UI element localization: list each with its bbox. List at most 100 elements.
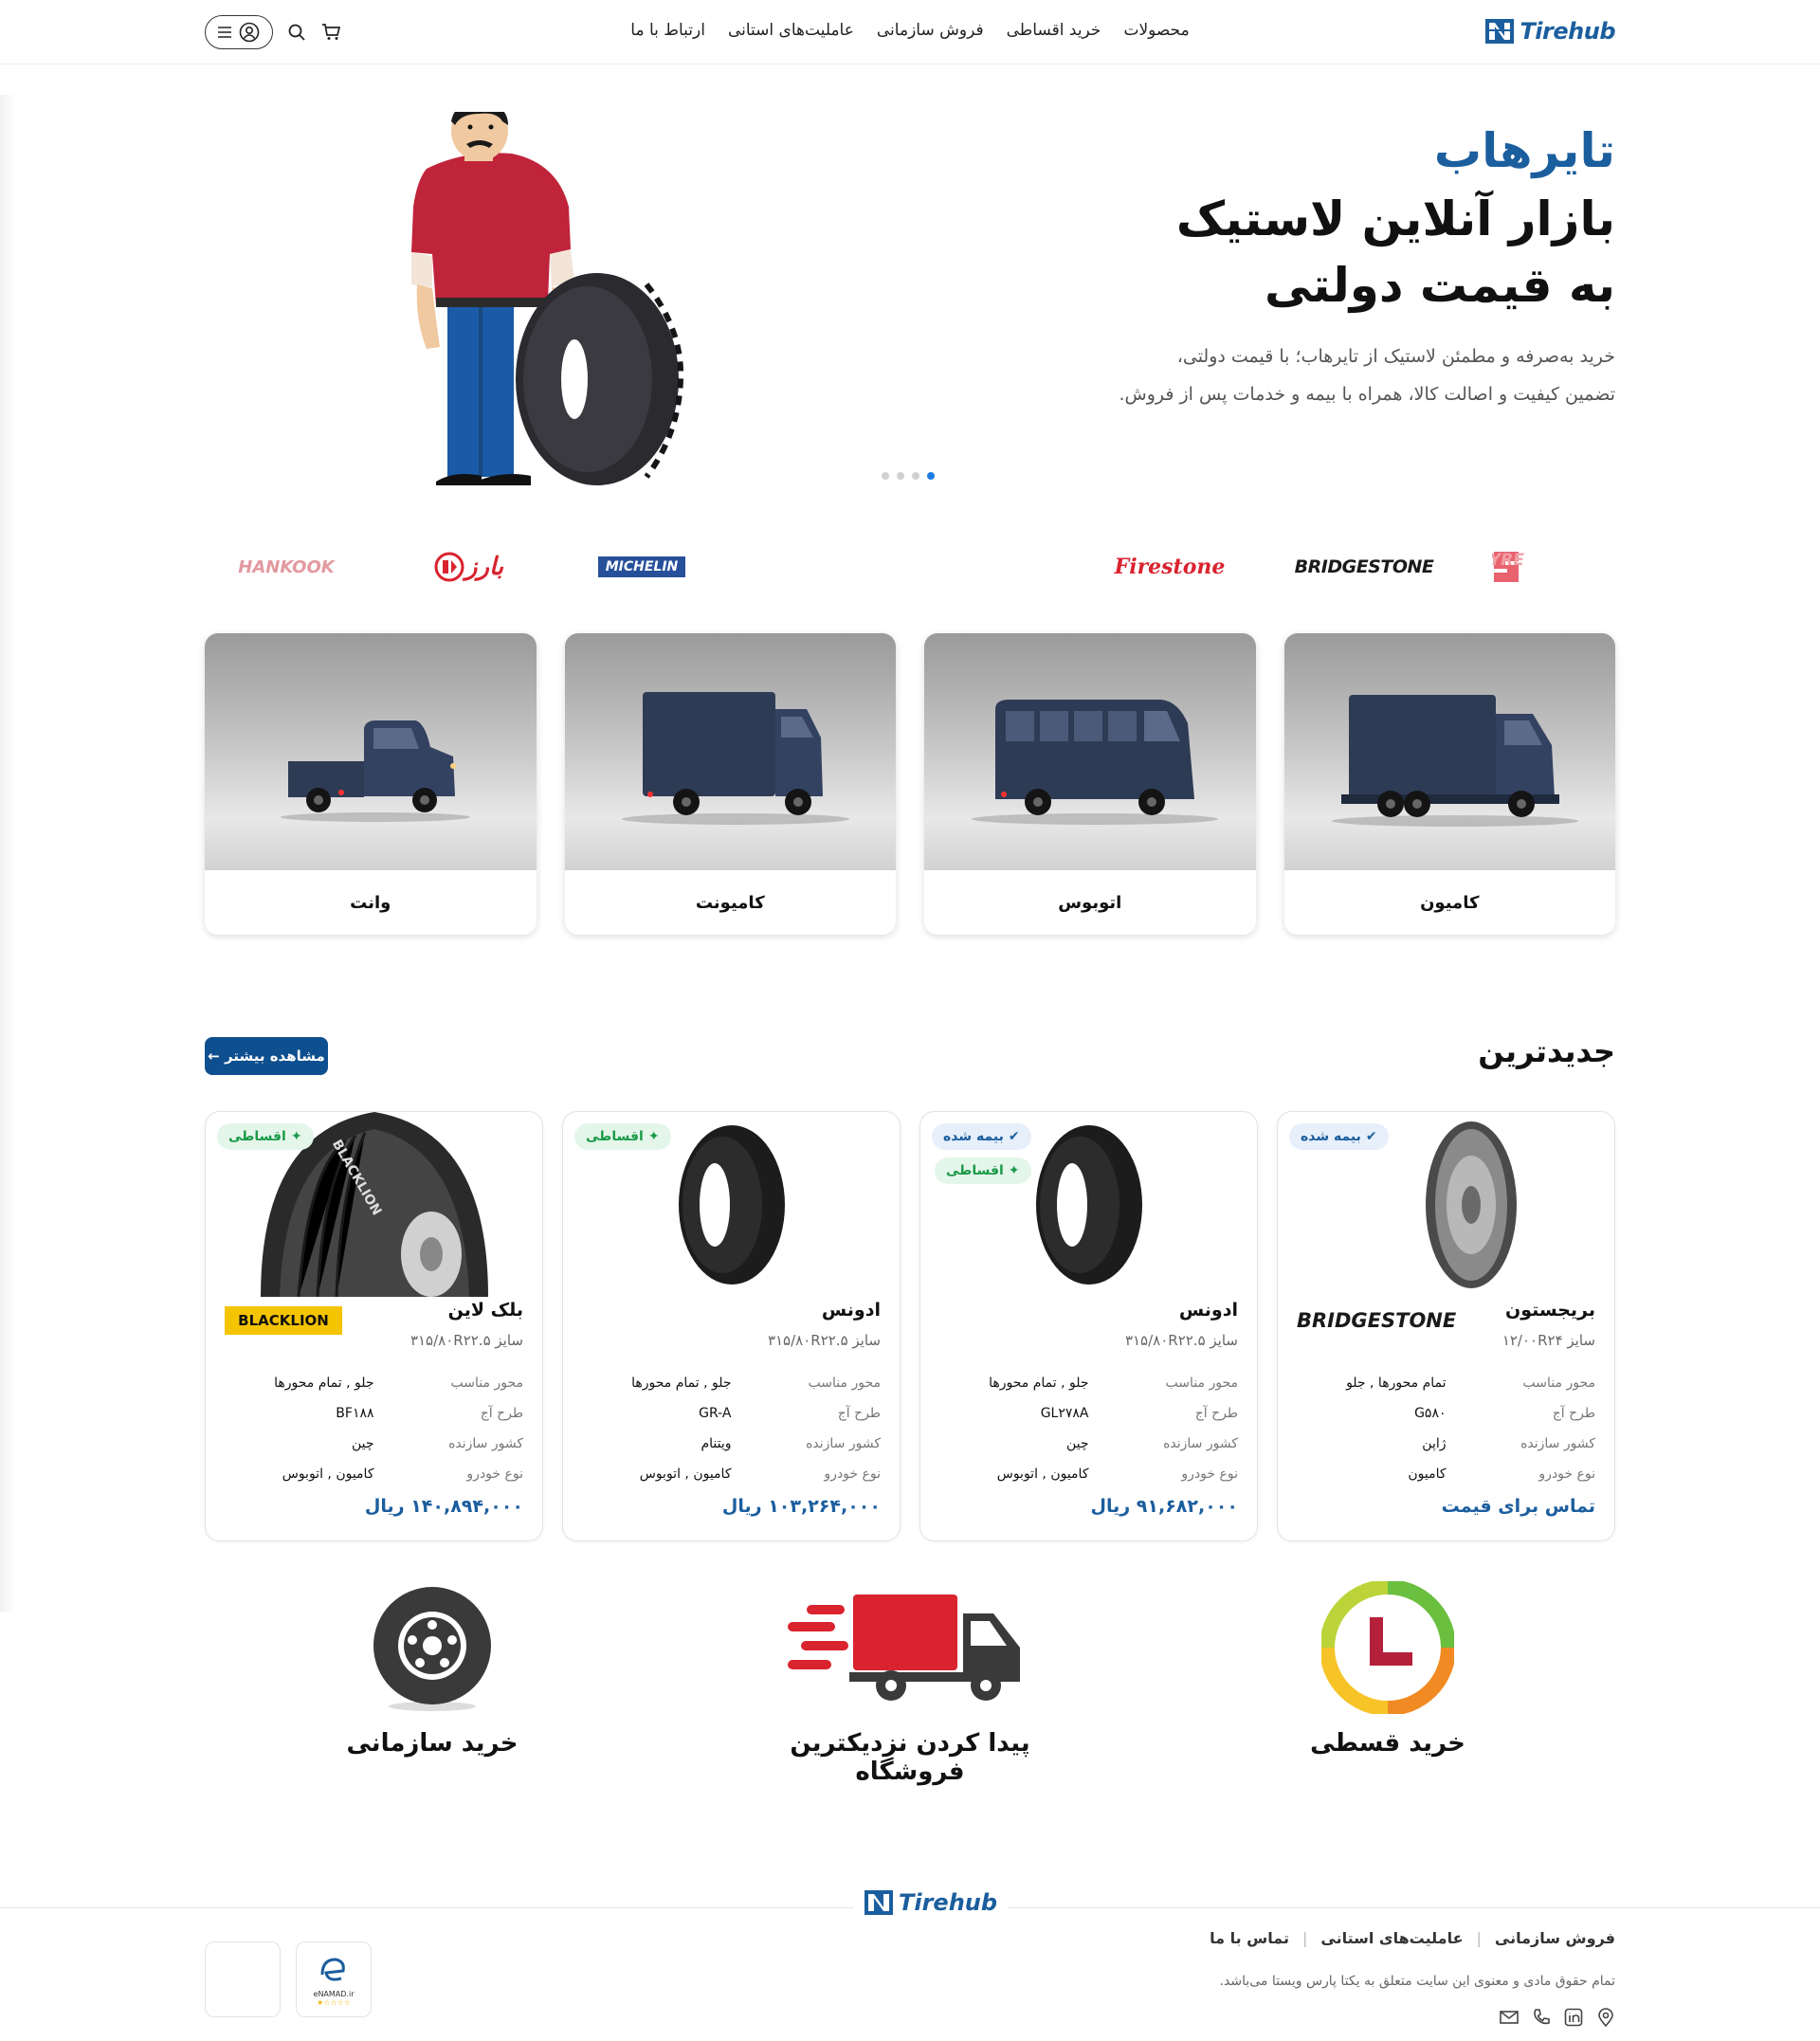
header-actions	[205, 15, 341, 49]
divider: |	[1476, 1929, 1482, 1947]
badge-group: ✔ بیمه شده ✦ اقساطی	[932, 1123, 1031, 1184]
email-icon[interactable]	[1500, 2008, 1519, 2027]
location-icon[interactable]	[1596, 2008, 1615, 2027]
brand-hankook[interactable]: HANKOOK	[228, 548, 345, 586]
brand-strip: SAMSON TYRE BRIDGESTONE Firestone MICHEL…	[205, 540, 1615, 593]
category-label: کامیون	[1420, 892, 1480, 913]
search-icon[interactable]	[286, 22, 307, 43]
badge-group: ✔ بیمه شده	[1289, 1123, 1389, 1150]
bus-image	[924, 633, 1256, 870]
product-size: سایز ۳۱۵/۸۰R۲۲.۵	[767, 1332, 881, 1349]
insured-badge: ✔ بیمه شده	[1289, 1123, 1389, 1150]
wheel-tire-icon	[373, 1587, 491, 1711]
phone-icon[interactable]	[1532, 2008, 1551, 2027]
product-name: ادونس	[1178, 1300, 1238, 1321]
seal-placeholder[interactable]	[205, 1941, 281, 2017]
product-name: ادونس	[821, 1300, 881, 1321]
bridgestone-logo-text: BRIDGESTONE	[1297, 1309, 1457, 1332]
hamburger-icon	[218, 27, 231, 38]
hero-brand-title: تایرهاب	[1433, 123, 1615, 178]
enamad-logo-icon	[320, 1958, 345, 1981]
product-size: سایز ۱۲/۰۰R۲۴	[1502, 1332, 1595, 1349]
product-price[interactable]: تماس برای قیمت	[1442, 1496, 1595, 1517]
category-truck[interactable]: کامیون	[1283, 633, 1615, 935]
product-price: ۹۱,۶۸۲,۰۰۰ ریال	[1090, 1496, 1238, 1517]
hero-title: بازار آنلاین لاستیک به قیمت دولتی	[952, 186, 1615, 319]
hero-illustration-man-with-tire	[411, 112, 684, 485]
brand-michelin[interactable]: MICHELIN	[589, 548, 695, 586]
feature-enterprise[interactable]: خرید سازمانی	[262, 1581, 603, 1758]
brand-samson[interactable]: SAMSON TYRE	[1492, 548, 1615, 586]
product-specs: محور مناسب جلو , تمام محورها طرح آج GR-A ک…	[582, 1368, 881, 1489]
sparkle-icon: ✦	[290, 1129, 302, 1144]
badge-group: ✦ اقساطی	[217, 1123, 314, 1150]
nav-products[interactable]: محصولات	[1123, 21, 1189, 40]
category-light-truck[interactable]: کامیونت	[564, 633, 896, 935]
spec-row: نوع خودرو کامیون , اتوبوس	[996, 1467, 1238, 1482]
newest-section-title: جدیدترین	[1478, 1033, 1615, 1069]
footer-links: فروش سازمانی | عاملیت‌های استانی | تماس …	[1210, 1929, 1615, 1947]
product-specs: محور مناسب جلو , تمام محورها طرح آج BF۱۸۸ …	[225, 1368, 523, 1489]
category-label: وانت	[350, 892, 391, 913]
category-pickup[interactable]: وانت	[205, 633, 537, 935]
divider: |	[1301, 1929, 1308, 1947]
copyright-text: تمام حقوق مادی و معنوی این سایت متعلق به…	[1219, 1974, 1615, 1989]
product-price: ۱۰۳,۲۶۴,۰۰۰ ریال	[721, 1496, 881, 1517]
product-card[interactable]: ✔ بیمه شده ✦ اقساطی ادونس سایز ۳۱۵/۸۰R۲۲.۵…	[919, 1111, 1258, 1541]
footer-link-enterprise[interactable]: فروش سازمانی	[1495, 1929, 1615, 1947]
feature-label: خرید قسطی	[1310, 1729, 1465, 1758]
spec-row: کشور سازنده ویتنام	[701, 1436, 881, 1451]
nav-provincial-agents[interactable]: عاملیت‌های استانی	[728, 21, 854, 40]
svg-text:SAMSON TYRE: SAMSON TYRE	[1492, 551, 1524, 570]
brand-bridgestone[interactable]: BRIDGESTONE	[1293, 548, 1435, 586]
slider-dot[interactable]	[897, 472, 904, 480]
brand-firestone[interactable]: Firestone	[1094, 548, 1246, 586]
nav-contact[interactable]: ارتباط با ما	[630, 21, 705, 40]
product-card[interactable]: ✔ بیمه شده بریجستون سایز ۱۲/۰۰R۲۴ BRIDGES…	[1277, 1111, 1615, 1541]
delivery-truck-icon	[788, 1595, 1020, 1701]
spec-row: محور مناسب جلو , تمام محورها	[989, 1376, 1238, 1391]
category-label: اتوبوس	[1058, 892, 1122, 913]
insured-check-icon: ✔	[1365, 1129, 1377, 1144]
cart-icon[interactable]	[320, 22, 341, 43]
installment-badge: ✦ اقساطی	[935, 1157, 1031, 1184]
user-menu-button[interactable]	[205, 15, 273, 49]
enamad-stars: ★☆☆☆☆	[317, 1998, 351, 2007]
nav-installment[interactable]: خرید اقساطی	[1007, 21, 1101, 40]
footer-link-contact[interactable]: تماس با ما	[1210, 1929, 1289, 1947]
footer-link-agents[interactable]: عاملیت‌های استانی	[1320, 1929, 1463, 1947]
spec-row: محور مناسب جلو , تمام محورها	[631, 1376, 881, 1391]
product-size: سایز ۳۱۵/۸۰R۲۲.۵	[1124, 1332, 1238, 1349]
spec-row: طرح آج G۵۸۰	[1414, 1406, 1595, 1421]
pickup-image	[205, 633, 537, 870]
site-header: Tirehub محصولات خرید اقساطی فروش سازمانی…	[0, 0, 1820, 64]
slider-dot-active[interactable]	[927, 472, 935, 480]
hero-desc-line2: تضمین کیفیت و اصالت کالا، همراه با بیمه …	[1119, 384, 1615, 405]
nav-enterprise-sales[interactable]: فروش سازمانی	[877, 21, 984, 40]
feature-find-store[interactable]: پیدا کردن نزدیکترین فروشگاه	[739, 1581, 1081, 1786]
spec-row: طرح آج BF۱۸۸	[336, 1406, 523, 1421]
product-brand-logo: BRIDGESTONE	[1297, 1302, 1456, 1339]
view-more-button[interactable]: مشاهده بیشتر ←	[205, 1037, 328, 1075]
footer-logo-text: Tirehub	[899, 1889, 998, 1916]
light-truck-image	[564, 633, 896, 870]
product-card[interactable]: ✦ اقساطی ادونس سایز ۳۱۵/۸۰R۲۲.۵ محور مناس…	[562, 1111, 901, 1541]
category-bus[interactable]: اتوبوس	[924, 633, 1256, 935]
spec-row: طرح آج GR-A	[699, 1406, 881, 1421]
slider-dot[interactable]	[882, 472, 889, 480]
product-card[interactable]: ✦ اقساطی BLACKLION بلک لاین سایز ۳۱۵/۸۰R۲…	[205, 1111, 543, 1541]
feature-installment[interactable]: خرید قسطی	[1217, 1579, 1558, 1758]
spec-row: نوع خودرو کامیون , اتوبوس	[639, 1467, 881, 1482]
footer-logo[interactable]: Tirehub	[853, 1888, 1010, 1917]
hero-title-line1: بازار آنلاین لاستیک	[1175, 191, 1615, 246]
slider-dot[interactable]	[912, 472, 919, 480]
brand-barez[interactable]: بارز	[430, 548, 506, 586]
newest-products: ✔ بیمه شده بریجستون سایز ۱۲/۰۰R۲۴ BRIDGES…	[205, 1111, 1615, 1541]
barez-label: بارز	[464, 553, 504, 581]
feature-label: پیدا کردن نزدیکترین فروشگاه	[790, 1729, 1030, 1786]
sparkle-icon: ✦	[647, 1129, 660, 1144]
spec-row: محور مناسب تمام محورها , جلو	[1346, 1376, 1595, 1391]
linkedin-icon[interactable]	[1564, 2008, 1583, 2027]
enamad-seal[interactable]: eNAMAD.ir ★☆☆☆☆	[296, 1941, 372, 2017]
trust-seals: eNAMAD.ir ★☆☆☆☆	[205, 1941, 372, 2017]
